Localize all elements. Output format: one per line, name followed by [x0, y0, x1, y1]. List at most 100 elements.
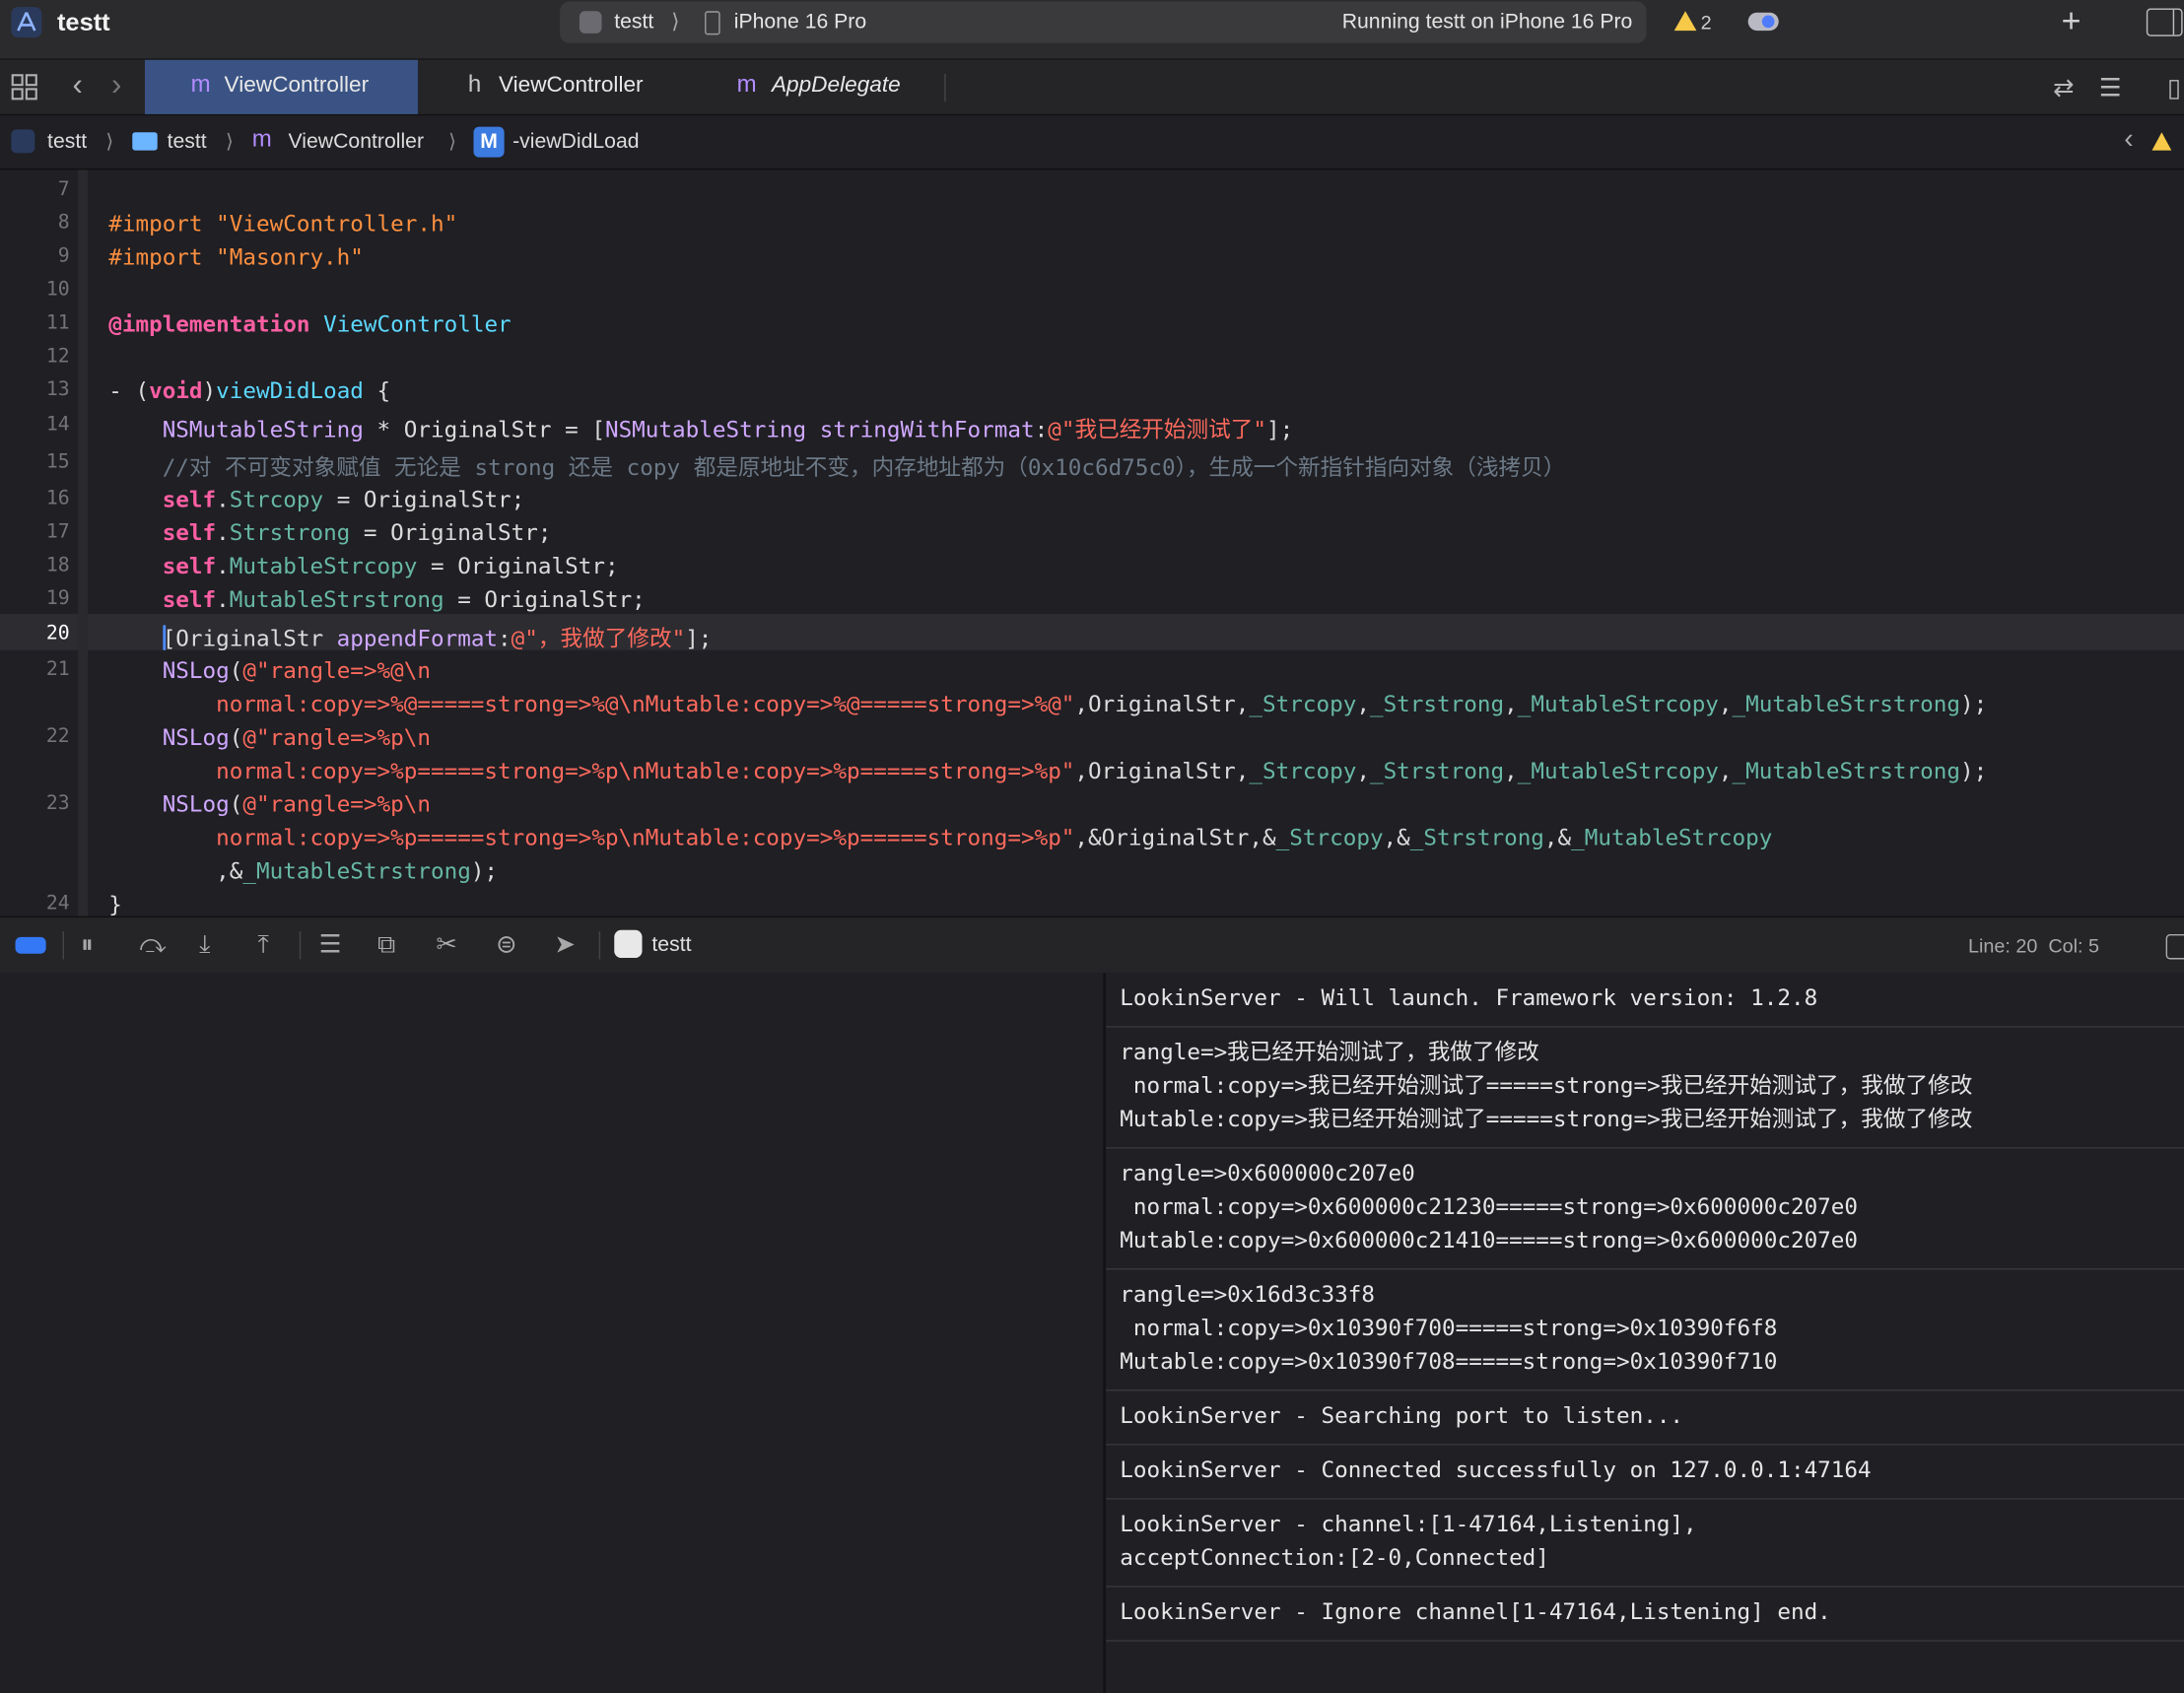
text-cursor — [162, 625, 166, 650]
code-line: self.MutableStrstrong = OriginalStr; — [162, 585, 646, 613]
breadcrumb-separator: ⟩ — [225, 129, 234, 152]
console-output[interactable]: LookinServer - Will launch. Framework ve… — [1106, 973, 2184, 1693]
code-line: NSLog(@"rangle=>%@\n — [162, 656, 431, 684]
line-number: 14 — [45, 413, 70, 437]
run-destination[interactable]: iPhone 16 Pro — [734, 10, 866, 34]
location-arrow-icon[interactable]: ➤ — [554, 930, 575, 960]
divider — [299, 931, 302, 960]
jump-bar: testt ⟩ testt ⟩ m ViewController ⟩ M -vi… — [0, 115, 2184, 170]
breadcrumb-file[interactable]: ViewController — [289, 129, 424, 153]
breadcrumb-method[interactable]: -viewDidLoad — [512, 129, 639, 153]
xcode-window: testt testt ⟩ iPhone 16 Pro Running test… — [0, 0, 2184, 1693]
debug-bar: ⏸ ⤼ ⤓ ⤒ ☰ ⧉ ✂ ⊜ ➤ testt Line: 20 Col: 5 — [0, 915, 2184, 975]
pause-icon[interactable]: ⏸ — [81, 930, 94, 960]
code-line: self.Strstrong = OriginalStr; — [162, 518, 552, 546]
folder-icon — [132, 132, 158, 151]
swap-arrows-icon[interactable]: ⇄ — [2053, 74, 2074, 103]
memory-graph-icon[interactable]: ⧉ — [377, 930, 395, 960]
code-line: @implementation ViewController — [108, 310, 512, 337]
console-entry: rangle=>0x600000c207e0 normal:copy=>0x60… — [1106, 1149, 2184, 1270]
breakpoints-toggle[interactable] — [15, 936, 46, 954]
app-icon — [614, 929, 643, 959]
project-title: testt — [56, 8, 110, 36]
objc-implementation-icon: m — [736, 71, 757, 98]
editor-tab-bar: ‹ › m ViewController h ViewController m … — [0, 59, 2184, 116]
environment-overrides-icon[interactable]: ⊜ — [496, 930, 516, 960]
console-entry: LookinServer - Ignore channel[1-47164,Li… — [1106, 1588, 2184, 1642]
scheme-name[interactable]: testt — [614, 10, 653, 34]
warning-icon[interactable] — [1673, 11, 1697, 32]
code-line: normal:copy=>%p=====strong=>%p\nMutable:… — [216, 824, 1773, 851]
code-line: #import "ViewController.h" — [108, 210, 458, 237]
line-number-current: 20 — [45, 622, 70, 645]
line-number: 21 — [45, 658, 70, 681]
breadcrumb-separator: ⟩ — [448, 129, 456, 152]
console-entry: LookinServer - Will launch. Framework ve… — [1106, 974, 2184, 1028]
scheme-separator: ⟩ — [671, 9, 680, 34]
debug-target[interactable]: testt — [651, 933, 691, 957]
tab-viewcontroller-m[interactable]: m ViewController — [144, 59, 418, 114]
navigate-back-icon[interactable]: ‹ — [72, 67, 82, 103]
split-editor-icon[interactable]: ▯ — [2167, 74, 2181, 103]
add-button[interactable]: + — [2062, 3, 2082, 42]
console-entry: LookinServer - Connected successfully on… — [1106, 1446, 2184, 1500]
code-line: self.Strcopy = OriginalStr; — [162, 486, 525, 512]
scissors-icon[interactable]: ✂ — [436, 930, 456, 960]
code-line: NSMutableString * OriginalStr = [NSMutab… — [162, 416, 1294, 443]
variables-view[interactable] — [0, 973, 1104, 1693]
divider — [598, 931, 601, 960]
line-number: 16 — [45, 487, 70, 510]
code-line: #import "Masonry.h" — [108, 243, 364, 271]
divider — [62, 931, 65, 960]
navigate-forward-icon[interactable]: › — [111, 67, 121, 103]
breadcrumb-project[interactable]: testt — [47, 129, 87, 153]
console-entry: rangle=>我已经开始测试了，我做了修改 normal:copy=>我已经开… — [1106, 1028, 2184, 1149]
cloud-icon[interactable] — [1747, 12, 1779, 32]
source-editor[interactable]: 7 8 9 10 11 12 13 14 15 16 17 18 19 20 2… — [0, 169, 2184, 916]
breadcrumb-separator: ⟩ — [105, 129, 114, 152]
scheme-selector[interactable]: testt ⟩ iPhone 16 Pro Running testt on i… — [560, 1, 1647, 43]
code-line: ,&_MutableStrstrong); — [108, 857, 499, 885]
warning-count[interactable]: 2 — [1701, 11, 1712, 34]
breadcrumb-group[interactable]: testt — [168, 129, 207, 153]
code-line-current: [OriginalStr appendFormat:@"，我做了修改"]; — [162, 625, 713, 652]
line-number: 22 — [45, 725, 70, 748]
warning-icon[interactable] — [2151, 132, 2172, 151]
tab-appdelegate[interactable]: m AppDelegate — [714, 60, 945, 114]
step-over-icon[interactable]: ⤼ — [139, 930, 166, 960]
code-line: - (void)viewDidLoad { — [108, 376, 391, 404]
tab-label: ViewController — [498, 73, 644, 98]
line-number: 15 — [45, 450, 70, 474]
panel-toggle-icon[interactable] — [2165, 934, 2184, 960]
iphone-icon — [705, 11, 720, 35]
header-file-icon: h — [467, 71, 482, 98]
console-entry: LookinServer - Searching port to listen.… — [1106, 1390, 2184, 1446]
line-number: 13 — [45, 378, 70, 401]
line-number: 8 — [57, 211, 70, 235]
view-hierarchy-icon[interactable]: ☰ — [319, 930, 342, 960]
line-number: 23 — [45, 791, 70, 815]
objc-implementation-icon: m — [251, 125, 272, 152]
code-line: self.MutableStrcopy = OriginalStr; — [162, 552, 619, 579]
line-number: 19 — [45, 587, 70, 610]
tab-viewcontroller-h[interactable]: h ViewController — [445, 60, 682, 114]
editor-options-icon[interactable]: ☰ — [2099, 74, 2122, 103]
project-icon — [11, 129, 35, 154]
step-out-icon[interactable]: ⤒ — [257, 930, 268, 960]
tab-divider — [944, 73, 946, 102]
previous-issue-icon[interactable]: ‹ — [2124, 124, 2133, 156]
step-into-icon[interactable]: ⤓ — [199, 930, 210, 960]
related-items-grid-icon[interactable] — [11, 74, 37, 101]
console-entry: rangle=>0x16d3c33f8 normal:copy=>0x10390… — [1106, 1270, 2184, 1391]
line-number: 9 — [57, 244, 70, 268]
inspector-toggle-icon[interactable] — [2146, 8, 2183, 36]
code-folding-ribbon[interactable] — [78, 169, 89, 916]
code-line: } — [108, 891, 122, 916]
line-number: 12 — [45, 345, 70, 368]
code-line: normal:copy=>%@=====strong=>%@\nMutable:… — [216, 690, 1988, 717]
console-entry: LookinServer - channel:[1-47164,Listenin… — [1106, 1500, 2184, 1588]
line-number: 11 — [45, 311, 70, 335]
code-line: NSLog(@"rangle=>%p\n — [162, 723, 431, 751]
line-number: 10 — [45, 278, 70, 302]
line-number: 17 — [45, 520, 70, 544]
